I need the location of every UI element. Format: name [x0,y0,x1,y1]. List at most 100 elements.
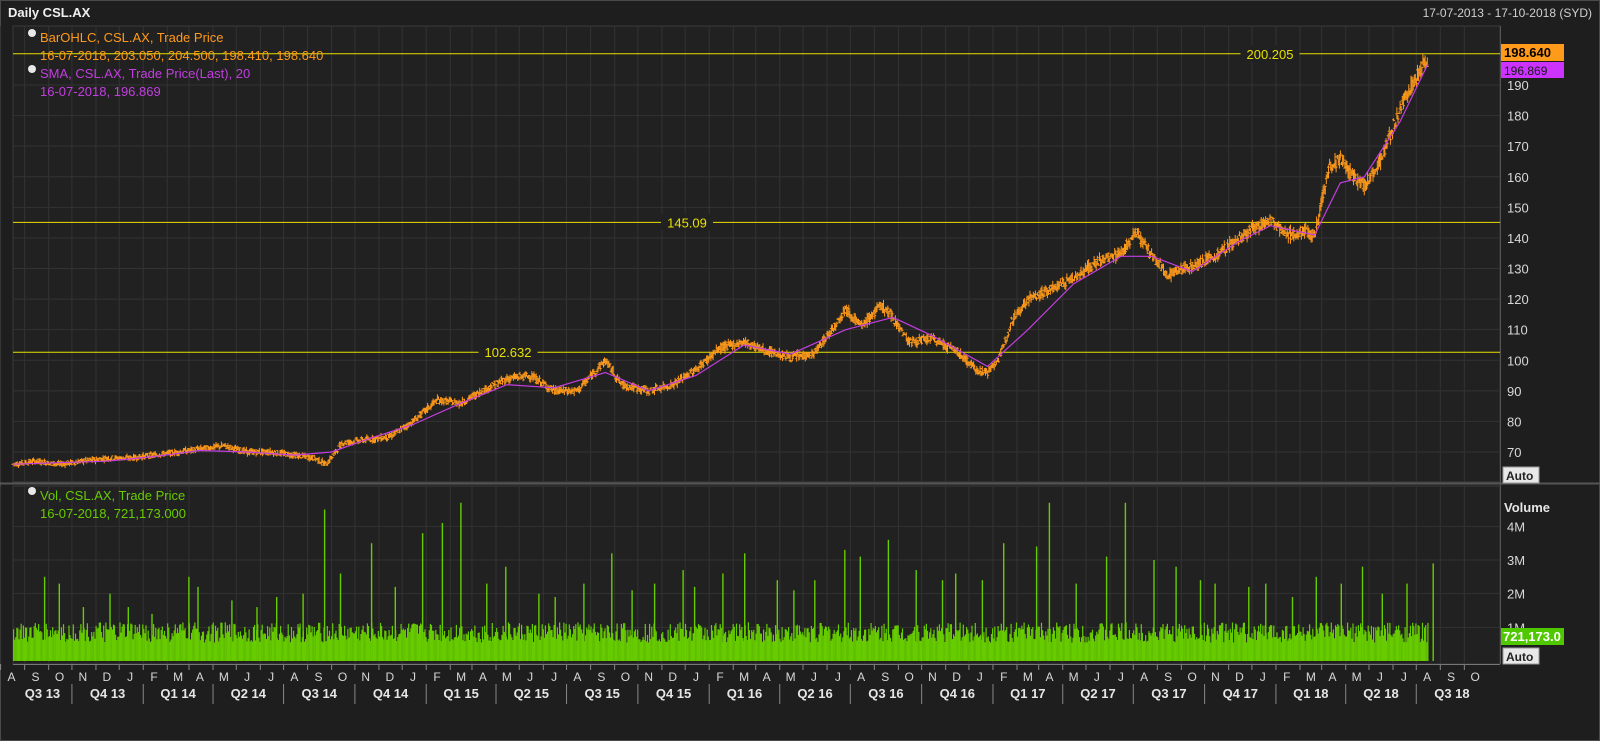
volume-bar [230,636,232,661]
volume-bar [212,622,214,661]
volume-bar [846,635,848,661]
volume-bar [145,625,147,661]
volume-bar [1082,625,1084,661]
time-axis: ASONDJFMAMJJASONDJFMAMJJASONDJFMAMJJASON… [0,664,1500,704]
volume-bar [412,623,414,661]
volume-bar [826,627,828,661]
ohlc-legend-icon[interactable] [28,29,36,37]
volume-bar [1073,623,1075,661]
volume-bar [1301,635,1303,661]
volume-bar [1066,634,1069,661]
month-label: J [977,670,983,684]
volume-bar [40,631,42,661]
volume-bar [899,638,901,661]
sma-legend-icon[interactable] [28,65,36,73]
volume-bar [67,639,69,661]
volume-bar [675,627,677,661]
volume-bar [148,638,150,661]
volume-peak-bar [744,553,746,661]
volume-bar [287,624,289,661]
volume-bar [976,633,978,661]
volume-bar [1171,634,1173,661]
volume-bar [400,623,402,661]
volume-peak-bar [844,549,846,661]
volume-bar [52,627,54,661]
volume-bar [738,636,740,661]
volume-bar [765,631,767,661]
volume-bar [210,634,212,661]
volume-bar [1276,632,1278,661]
volume-bar [354,631,357,661]
volume-bar [1060,641,1062,661]
volume-bar [146,640,148,661]
volume-peak-bar [394,586,396,661]
sma-legend-name: SMA, CSL.AX, Trade Price(Last), 20 [40,66,250,81]
volume-bar [1335,625,1337,661]
volume-bar [857,636,859,661]
volume-bar [972,640,974,661]
volume-bar [325,641,327,661]
volume-bar [803,635,805,661]
volume-bar [1187,638,1189,661]
volume-bar [969,641,971,661]
volume-bar [741,627,743,661]
volume-bar [766,623,768,661]
volume-bar [1230,632,1232,661]
volume-bar [849,636,851,661]
month-label: M [456,670,466,684]
volume-bar [138,624,141,661]
volume-bar [564,632,566,661]
volume-bar [225,632,227,661]
volume-bar [18,639,20,661]
volume-bar [81,632,83,661]
volume-bar [745,636,747,661]
volume-bar [646,634,649,661]
volume-bar [1401,633,1403,661]
volume-bar [528,633,530,661]
volume-bar [1336,626,1338,661]
volume-bar [935,641,937,661]
month-label: J [1401,670,1407,684]
vol-legend-values: 16-07-2018, 721,173.000 [40,506,186,521]
volume-bar [318,622,320,661]
volume-bar [854,630,856,661]
volume-bar [1268,626,1270,661]
volume-bar [1263,635,1265,661]
vol-legend-icon[interactable] [28,487,36,495]
volume-bar [1226,632,1228,661]
volume-bar [962,624,964,661]
volume-bar [22,625,24,661]
volume-bar [1210,642,1212,661]
volume-bar [959,622,961,661]
volume-bar [1154,632,1156,661]
volume-bar [780,641,782,661]
volume-bar [614,640,616,661]
volume-bar [493,636,495,661]
quarter-label: Q2 18 [1363,686,1398,701]
volume-bar [984,642,986,661]
volume-bar [761,641,764,661]
volume-bar [502,625,504,661]
volume-bar [1140,624,1142,661]
price-tick-label: 170 [1507,139,1529,154]
volume-bar [734,640,736,661]
volume-bar [118,636,120,661]
volume-bar [1322,625,1324,661]
volume-bar [235,634,237,661]
volume-bar [679,622,681,661]
volume-bar [1206,624,1209,661]
volume-bar [772,634,774,661]
last-price-label: 198.640 [1504,45,1551,60]
volume-bar [456,637,459,661]
volume-bar [1420,638,1422,661]
volume-bar [949,624,951,661]
quarter-label: Q4 15 [656,686,691,701]
volume-bar [316,630,319,661]
volume-bar [1014,629,1016,661]
volume-bar [1182,628,1184,661]
volume-bar [291,638,294,661]
volume-bar [1144,640,1146,661]
volume-bar [249,641,251,661]
volume-bar [1272,637,1274,661]
volume-bar [881,625,883,661]
